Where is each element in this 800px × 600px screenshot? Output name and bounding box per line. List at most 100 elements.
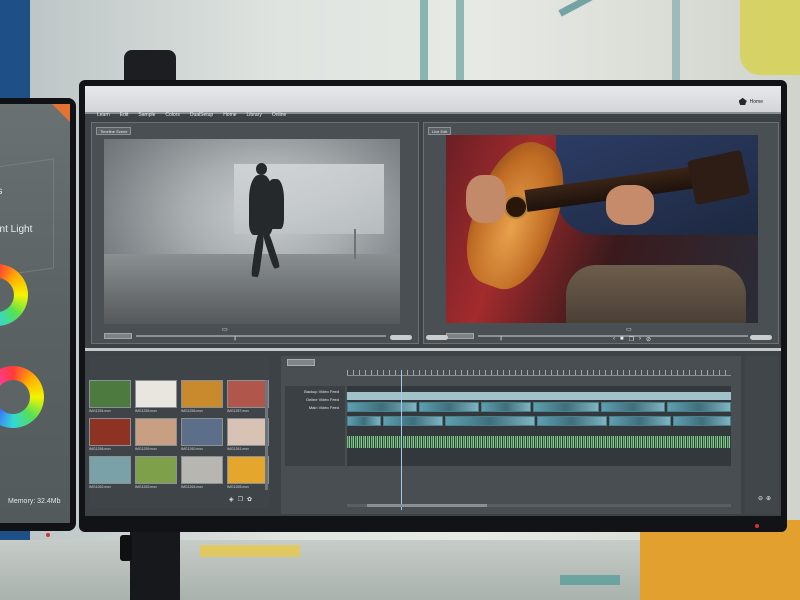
disable-icon[interactable]: ⊘: [646, 336, 651, 343]
media-thumbnail[interactable]: IMG1263.mov: [135, 456, 177, 489]
left-panel-label: rs: [0, 186, 2, 197]
track-label[interactable]: Main Video Feed: [285, 404, 345, 412]
section-divider: [85, 348, 781, 351]
memory-readout: Memory: 32.4Mb: [8, 498, 61, 505]
comment-icon[interactable]: ▭: [222, 327, 228, 333]
viewer-tab-live-edit[interactable]: Live Edit: [428, 127, 452, 135]
color-wheel[interactable]: [0, 264, 28, 326]
video-clip[interactable]: [481, 402, 531, 412]
monitor-stand-clamp: [120, 535, 132, 561]
video-clip[interactable]: [383, 416, 443, 426]
zoom-out-icon[interactable]: ⊖: [758, 495, 763, 502]
timecode-box: [446, 333, 474, 339]
orange-corner-accent: [52, 104, 70, 122]
thumbnail-image: [89, 418, 131, 446]
app-logo[interactable]: Home: [738, 98, 763, 105]
next-frame-icon[interactable]: ›: [639, 336, 641, 343]
viewer-tab-timeline-scene[interactable]: Timeline Scene: [96, 127, 132, 135]
media-thumbnail[interactable]: IMG1260.mov: [181, 418, 223, 451]
media-thumbnail[interactable]: IMG1258.mov: [89, 418, 131, 451]
media-bin-scrollbar[interactable]: [265, 380, 268, 490]
settings-icon[interactable]: ✿: [247, 496, 252, 503]
thumbnail-filename: IMG1257.mov: [227, 409, 249, 413]
wall-decoration: [740, 0, 800, 75]
left-panel-label[interactable]: ent Light: [0, 224, 32, 235]
zoom-handle[interactable]: [426, 335, 448, 340]
power-led: [755, 524, 759, 528]
video-editor-screen: Home Learn Edit Sample Colors DualSetup …: [85, 86, 781, 516]
track-label[interactable]: Backup Video Feed: [285, 388, 345, 396]
comment-icon[interactable]: ▭: [626, 327, 632, 333]
side-panel: [745, 356, 779, 514]
dancer-silhouette: [266, 179, 284, 229]
menu-item-online[interactable]: Online: [272, 112, 286, 118]
menu-item-library[interactable]: Library: [247, 112, 262, 118]
dance-video-frame[interactable]: [104, 139, 400, 324]
video-clip[interactable]: [445, 416, 535, 426]
zoom-handle[interactable]: [750, 335, 772, 340]
video-clip[interactable]: [609, 416, 671, 426]
media-thumbnail[interactable]: IMG1257.mov: [227, 380, 269, 413]
thumbnail-filename: IMG1263.mov: [135, 485, 157, 489]
guitar-video-frame[interactable]: [446, 135, 758, 323]
video-clip[interactable]: [419, 402, 479, 412]
eye-icon[interactable]: ◈: [229, 496, 234, 503]
player-jeans: [566, 265, 746, 323]
video-track-clip[interactable]: [347, 392, 731, 400]
video-clip[interactable]: [667, 402, 731, 412]
video-clip[interactable]: [601, 402, 665, 412]
media-thumbnail[interactable]: IMG1256.mov: [181, 380, 223, 413]
timeline-ruler[interactable]: [347, 370, 731, 376]
media-thumbnail[interactable]: IMG1261.mov: [227, 418, 269, 451]
media-thumbnail[interactable]: IMG1255.mov: [135, 380, 177, 413]
zoom-in-icon[interactable]: ⊕: [766, 495, 771, 502]
thumbnail-filename: IMG1264.mov: [181, 485, 203, 489]
menu-item-edit[interactable]: Edit: [120, 112, 129, 118]
menu-bar: Home: [85, 86, 781, 114]
orange-object: [640, 520, 800, 600]
menu-item-dualsetup[interactable]: DualSetup: [190, 112, 213, 118]
video-clip[interactable]: [537, 416, 607, 426]
thumbnail-image: [135, 380, 177, 408]
thumbnail-image: [181, 456, 223, 484]
desk-item: [200, 545, 300, 557]
media-thumbnail[interactable]: IMG1265.mov: [227, 456, 269, 489]
media-thumbnail[interactable]: IMG1264.mov: [181, 456, 223, 489]
download-icon[interactable]: ⭳: [500, 336, 502, 342]
audio-waveform[interactable]: [347, 436, 731, 448]
menu-item-sample[interactable]: Sample: [138, 112, 155, 118]
menu-item-home[interactable]: Home: [223, 112, 236, 118]
program-viewer: Live Edit ▭ ⭳: [423, 122, 779, 344]
thumbnail-image: [135, 418, 177, 446]
timeline-scrollbar[interactable]: [347, 504, 731, 507]
menu-items: Learn Edit Sample Colors DualSetup Home …: [97, 112, 286, 118]
video-clip[interactable]: [533, 402, 599, 412]
menu-item-colors[interactable]: Colors: [165, 112, 179, 118]
track-label[interactable]: Online Video Feed: [285, 396, 345, 404]
media-thumbnail[interactable]: IMG1259.mov: [135, 418, 177, 451]
menu-item-learn[interactable]: Learn: [97, 112, 110, 118]
stop-icon[interactable]: ■: [620, 336, 624, 343]
playhead[interactable]: [401, 370, 402, 510]
transport-controls: ‹ ■ ❐ › ⊘: [613, 336, 651, 343]
video-clip[interactable]: [673, 416, 731, 426]
thumbnail-filename: IMG1259.mov: [135, 447, 157, 451]
media-thumbnail[interactable]: IMG1262.mov: [89, 456, 131, 489]
media-thumbnail[interactable]: IMG1254.mov: [89, 380, 131, 413]
video-clip[interactable]: [347, 416, 381, 426]
guitar-sound-hole: [504, 195, 528, 219]
copy-icon[interactable]: ❐: [629, 336, 634, 343]
download-icon[interactable]: ⭳: [234, 336, 236, 342]
zoom-handle[interactable]: [390, 335, 412, 340]
thumbnail-image: [181, 380, 223, 408]
color-wheel[interactable]: [0, 366, 44, 428]
video-clip[interactable]: [347, 402, 417, 412]
copy-icon[interactable]: ❐: [238, 496, 243, 503]
scrub-bar[interactable]: [136, 335, 386, 337]
thumbnail-filename: IMG1254.mov: [89, 409, 111, 413]
track-area[interactable]: [347, 386, 731, 466]
home-icon: [738, 98, 747, 105]
fretting-hand: [606, 185, 654, 225]
timeline-scroll-thumb[interactable]: [367, 504, 487, 507]
previous-frame-icon[interactable]: ‹: [613, 336, 615, 343]
